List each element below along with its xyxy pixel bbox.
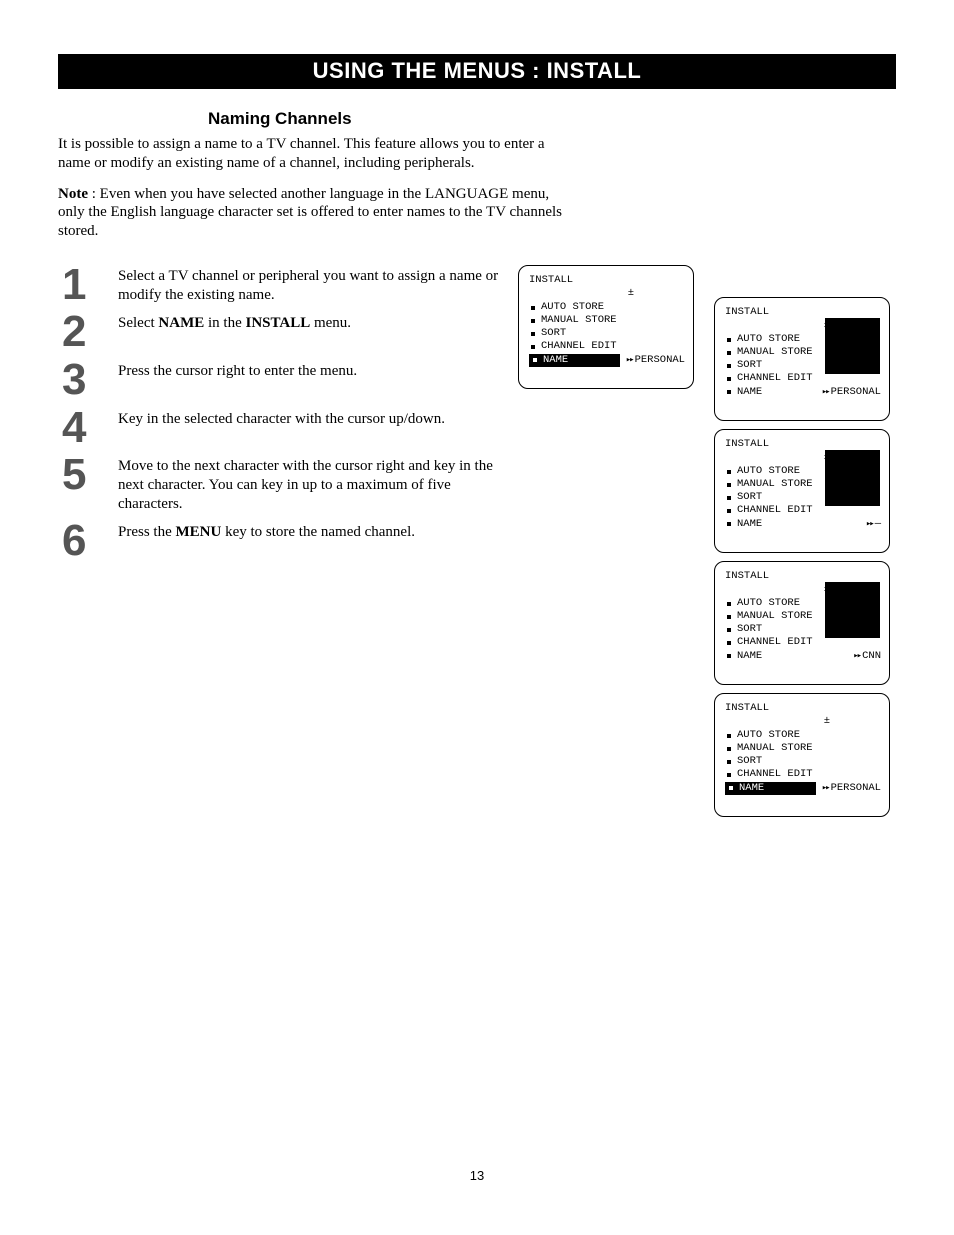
osd-pm-icon: ± [725,715,881,728]
osd-panel: INSTALL ± AUTO STORE MANUAL STORE SORT C… [714,561,890,685]
osd-item: AUTO STORE [725,729,881,742]
bullet-icon [727,760,731,764]
osd-panel: INSTALL ± AUTO STORE MANUAL STORE SORT C… [714,693,890,817]
step: 3 Press the cursor right to enter the me… [58,360,518,400]
osd-preview-box [825,318,880,374]
osd-item: CHANNEL EDIT [725,636,881,649]
step-number: 3 [58,360,118,400]
osd-item: CHANNEL EDIT [725,504,881,517]
bullet-icon [727,602,731,606]
osd-panel: INSTALL ± AUTO STORE MANUAL STORE SORT C… [714,297,890,421]
arrow-right-icon: ▸▸ [822,387,829,397]
bullet-icon [727,377,731,381]
osd-preview-box [825,582,880,638]
step-text: Select NAME in the INSTALL menu. [118,312,351,333]
osd-value: — [875,518,881,530]
osd-item: SORT [725,755,881,768]
osd-item: CHANNEL EDIT [725,768,881,781]
step: 6 Press the MENU key to store the named … [58,521,518,561]
bullet-icon [727,654,731,658]
osd-preview-box [825,450,880,506]
bullet-icon [727,773,731,777]
step-number: 5 [58,455,118,495]
osd-item: AUTO STORE [529,301,685,314]
bullet-icon [727,338,731,342]
bullet-icon [727,496,731,500]
step-text: Press the MENU key to store the named ch… [118,521,415,542]
step-number: 2 [58,312,118,352]
bullet-icon [531,345,535,349]
section-heading: Naming Channels [208,109,896,129]
step: 4 Key in the selected character with the… [58,408,518,448]
bullet-icon [727,470,731,474]
osd-item-selected: NAME ▸▸PERSONAL [725,782,881,795]
bullet-icon [727,509,731,513]
bullet-icon [727,364,731,368]
osd-value: PERSONAL [831,386,881,398]
osd-item: MANUAL STORE [529,314,685,327]
bullet-icon [727,628,731,632]
title-bar: USING THE MENUS : INSTALL [58,54,896,89]
osd-header: INSTALL [725,702,881,715]
note-body: : Even when you have selected another la… [58,186,562,240]
bullet-icon [531,332,535,336]
step: 1 Select a TV channel or peripheral you … [58,265,518,305]
step-number: 4 [58,408,118,448]
step-number: 1 [58,265,118,305]
bullet-icon [531,319,535,323]
bullet-icon [727,522,731,526]
bullet-icon [727,734,731,738]
osd-panel: INSTALL ± AUTO STORE MANUAL STORE SORT C… [518,265,694,389]
bullet-icon [727,641,731,645]
bullet-icon [727,615,731,619]
bullet-icon [729,786,733,790]
osd-item: CHANNEL EDIT [725,372,881,385]
osd-item: NAME ▸▸PERSONAL [725,386,881,399]
osd-item: MANUAL STORE [725,742,881,755]
arrow-right-icon: ▸▸ [866,519,873,529]
step-number: 6 [58,521,118,561]
step: 2 Select NAME in the INSTALL menu. [58,312,518,352]
step-text: Key in the selected character with the c… [118,408,445,429]
note-paragraph: Note : Even when you have selected anoth… [58,185,566,241]
page-number: 13 [0,1168,954,1183]
bullet-icon [727,483,731,487]
osd-item-selected: NAME ▸▸PERSONAL [529,354,685,367]
arrow-right-icon: ▸▸ [822,783,829,793]
osd-item: CHANNEL EDIT [529,340,685,353]
bullet-icon [727,747,731,751]
osd-value: CNN [862,650,881,662]
steps-list: 1 Select a TV channel or peripheral you … [58,265,518,569]
osd-header: INSTALL [529,274,685,287]
osd-item: NAME ▸▸CNN [725,650,881,663]
bullet-icon [727,351,731,355]
step-text: Move to the next character with the curs… [118,455,518,513]
osd-item: SORT [529,327,685,340]
osd-pm-icon: ± [529,287,685,300]
arrow-right-icon: ▸▸ [626,355,633,365]
step-text: Select a TV channel or peripheral you wa… [118,265,518,305]
bullet-icon [531,306,535,310]
bullet-icon [727,390,731,394]
osd-item: NAME ▸▸— [725,518,881,531]
step-text: Press the cursor right to enter the menu… [118,360,357,381]
osd-panel: INSTALL ± AUTO STORE MANUAL STORE SORT C… [714,429,890,553]
osd-value: PERSONAL [831,782,881,794]
intro-paragraph: It is possible to assign a name to a TV … [58,135,566,173]
step: 5 Move to the next character with the cu… [58,455,518,513]
arrow-right-icon: ▸▸ [853,651,860,661]
note-label: Note [58,186,88,202]
osd-value: PERSONAL [635,354,685,366]
bullet-icon [533,358,537,362]
